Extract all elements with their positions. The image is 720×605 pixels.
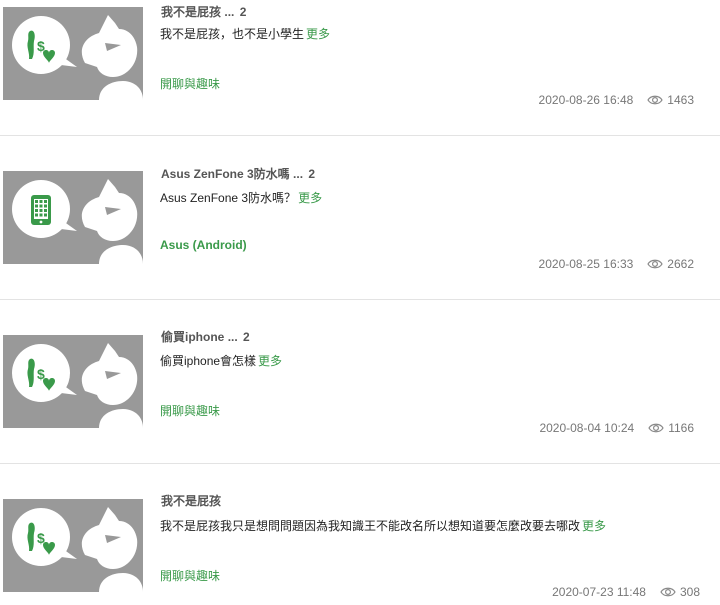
post-excerpt: 我不是屁孩我只是想問問題因為我知識王不能改名所以想知道要怎麼改要去哪改 更多: [160, 517, 606, 534]
reply-count: 2: [308, 167, 316, 181]
excerpt-text: 我不是屁孩，也不是小學生: [160, 27, 305, 41]
view-count: 1463: [647, 93, 694, 107]
post-thumbnail[interactable]: [3, 171, 143, 264]
more-link[interactable]: 更多: [306, 27, 330, 41]
post-excerpt: 偷買iphone會怎樣 更多: [160, 352, 282, 369]
view-count: 308: [660, 585, 700, 599]
reply-count: 2: [243, 330, 250, 344]
board-link[interactable]: 開聊與趣味: [160, 567, 220, 584]
more-link[interactable]: 更多: [258, 354, 282, 368]
view-count-value: 1463: [667, 93, 694, 107]
reply-count: 2: [239, 5, 247, 19]
post-meta: 2020-07-23 11:48 308: [552, 585, 700, 599]
post-date: 2020-08-04 10:24: [539, 421, 635, 435]
post-thumbnail[interactable]: $: [3, 7, 143, 100]
post-meta: 2020-08-04 10:24 1166: [539, 421, 694, 435]
excerpt-text: Asus ZenFone 3防水嗎？: [160, 191, 297, 205]
post-title[interactable]: 偷買iphone ... 2: [161, 328, 250, 345]
taiwan-money-heart-icon: $: [3, 499, 143, 592]
board-link[interactable]: 開聊與趣味: [160, 75, 220, 92]
eye-icon: [648, 423, 664, 433]
eye-icon: [660, 587, 676, 597]
post-item[interactable]: Asus ZenFone 3防水嗎 ... 2 Asus ZenFone 3防水…: [0, 136, 720, 300]
more-link[interactable]: 更多: [298, 191, 322, 205]
post-title-text[interactable]: 我不是屁孩: [161, 5, 221, 19]
title-ellipsis: ...: [227, 330, 238, 344]
post-date: 2020-07-23 11:48: [552, 585, 646, 599]
phone-icon: [3, 171, 143, 264]
post-title-text[interactable]: Asus ZenFone 3防水嗎: [161, 167, 290, 181]
post-meta: 2020-08-26 16:48 1463: [539, 93, 694, 107]
post-item[interactable]: $ 我不是屁孩 我不是屁孩我只是想問問題因為我知識王不能改名所以想知道要怎麼改要…: [0, 464, 720, 605]
post-thumbnail[interactable]: $: [3, 335, 143, 428]
view-count-value: 2662: [667, 257, 694, 271]
eye-icon: [647, 95, 663, 105]
post-title-text[interactable]: 我不是屁孩: [161, 494, 221, 508]
taiwan-money-heart-icon: $: [3, 335, 143, 428]
board-link[interactable]: 開聊與趣味: [160, 402, 220, 419]
title-ellipsis: ...: [224, 5, 235, 19]
post-thumbnail[interactable]: $: [3, 499, 143, 592]
post-item[interactable]: $ 偷買iphone ... 2 偷買iphone會怎樣 更多 開聊與趣味 202…: [0, 300, 720, 464]
more-link[interactable]: 更多: [582, 519, 606, 533]
title-ellipsis: ...: [293, 167, 304, 181]
board-link[interactable]: Asus (Android): [160, 238, 247, 252]
eye-icon: [647, 259, 663, 269]
taiwan-money-heart-icon: $: [3, 7, 143, 100]
post-excerpt: 我不是屁孩，也不是小學生 更多: [160, 25, 330, 42]
post-title[interactable]: 我不是屁孩: [161, 492, 223, 509]
view-count: 2662: [647, 257, 694, 271]
post-title[interactable]: Asus ZenFone 3防水嗎 ... 2: [161, 165, 315, 182]
post-list: $ 我不是屁孩 ... 2 我不是屁孩，也不是小學生 更多 開聊與趣味 2020-…: [0, 0, 720, 605]
post-item[interactable]: $ 我不是屁孩 ... 2 我不是屁孩，也不是小學生 更多 開聊與趣味 2020-…: [0, 0, 720, 136]
post-meta: 2020-08-25 16:33 2662: [539, 257, 694, 271]
post-date: 2020-08-25 16:33: [538, 257, 634, 271]
post-excerpt: Asus ZenFone 3防水嗎？ 更多: [160, 189, 322, 206]
post-title-text[interactable]: 偷買iphone: [161, 330, 224, 344]
excerpt-text: 我不是屁孩我只是想問問題因為我知識王不能改名所以想知道要怎麼改要去哪改: [160, 519, 581, 533]
view-count-value: 1166: [668, 421, 694, 435]
view-count-value: 308: [679, 585, 700, 599]
post-date: 2020-08-26 16:48: [538, 93, 634, 107]
view-count: 1166: [648, 421, 694, 435]
post-title[interactable]: 我不是屁孩 ... 2: [161, 3, 246, 20]
excerpt-text: 偷買iphone會怎樣: [160, 354, 257, 368]
